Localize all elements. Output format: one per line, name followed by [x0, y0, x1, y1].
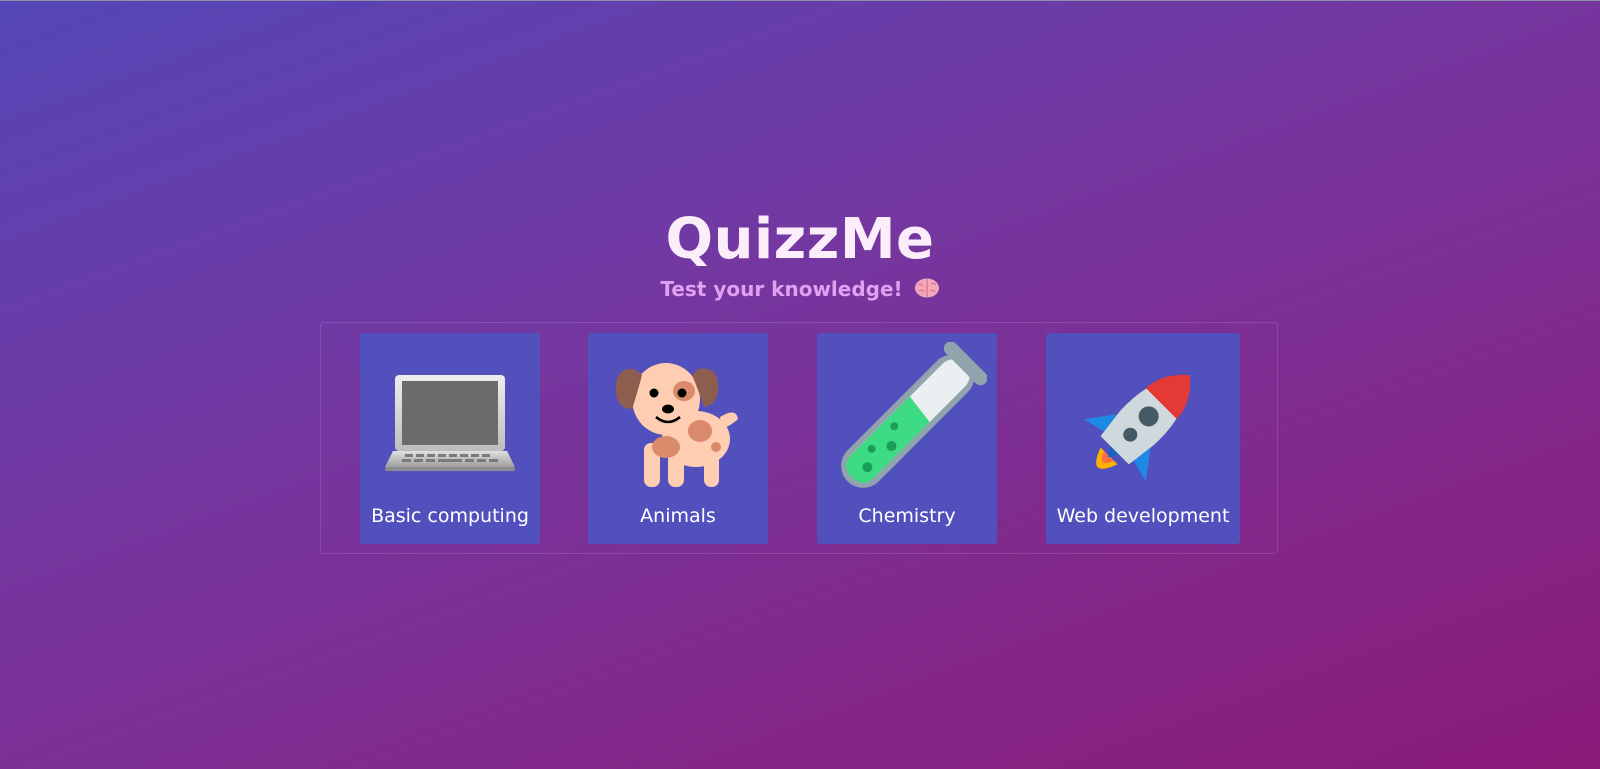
category-card-chemistry[interactable]: Chemistry	[817, 333, 997, 544]
category-label: Animals	[640, 505, 716, 527]
category-label: Web development	[1056, 505, 1230, 527]
category-label: Basic computing	[371, 505, 529, 527]
rocket-icon	[1046, 347, 1240, 497]
brain-icon	[914, 277, 940, 301]
top-border	[0, 0, 1600, 1]
category-label: Chemistry	[858, 505, 956, 527]
laptop-icon	[360, 347, 540, 497]
category-card-basic-computing[interactable]: Basic computing	[360, 333, 540, 544]
test-tube-icon	[817, 342, 997, 497]
subtitle-text: Test your knowledge!	[660, 277, 903, 301]
category-card-web-development[interactable]: Web development	[1046, 333, 1240, 544]
dog-icon	[588, 347, 768, 497]
category-card-animals[interactable]: Animals	[588, 333, 768, 544]
app-title: QuizzMe	[665, 207, 935, 272]
app-subtitle: Test your knowledge!	[0, 275, 1600, 303]
